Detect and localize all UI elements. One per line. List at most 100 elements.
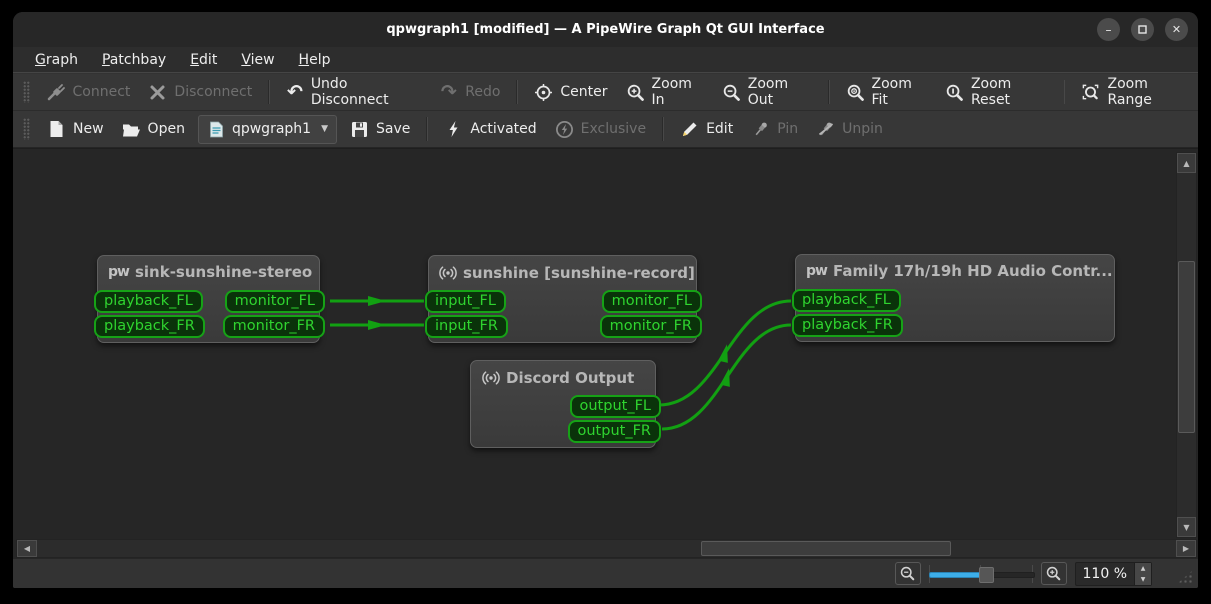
port-playback_FL[interactable]: playback_FL — [792, 289, 901, 312]
pin-label: Pin — [777, 121, 799, 137]
zoom-out-button[interactable]: Zoom Out — [713, 71, 821, 113]
undo-disconnect-button[interactable]: ↶ Undo Disconnect — [277, 71, 430, 113]
node-discord-output[interactable]: Discord Output output_FL output_FR — [470, 360, 661, 448]
menu-graph[interactable]: Graph — [25, 49, 88, 71]
zoom-out-icon — [900, 566, 915, 581]
zoom-in-small-button[interactable] — [1040, 562, 1067, 585]
toolbar-drag-handle[interactable] — [23, 118, 30, 140]
scroll-down-button[interactable]: ▼ — [1177, 517, 1196, 537]
zoom-slider[interactable] — [928, 564, 1035, 584]
pipewire-icon: pw — [806, 263, 828, 279]
horizontal-scrollbar[interactable]: ◀ ▶ — [16, 539, 1197, 558]
zoom-reset-button[interactable]: Zoom Reset — [936, 71, 1057, 113]
toolbar-separator — [1063, 80, 1066, 104]
port-input_FL[interactable]: input_FL — [425, 290, 506, 313]
node-title: Discord Output — [506, 368, 635, 387]
toolbar-drag-handle[interactable] — [23, 81, 30, 103]
zoom-range-button[interactable]: Zoom Range — [1072, 71, 1198, 113]
unpin-button[interactable]: Unpin — [807, 115, 892, 144]
port-playback_FR[interactable]: playback_FR — [94, 315, 205, 338]
redo-button[interactable]: ↷ Redo — [430, 78, 509, 107]
toolbar-separator — [426, 117, 429, 141]
port-monitor_FL[interactable]: monitor_FL — [224, 290, 325, 313]
node-title: Family 17h/19h HD Audio Contr... — [832, 262, 1113, 280]
zoom-out-small-button[interactable] — [894, 562, 921, 585]
open-folder-icon — [122, 120, 141, 139]
exclusive-bolt-icon — [555, 120, 574, 139]
zoom-fit-button[interactable]: Zoom Fit — [837, 71, 936, 113]
connection-wires — [330, 296, 792, 431]
undo-icon: ↶ — [287, 81, 303, 103]
connect-icon — [47, 83, 66, 102]
spin-up-button[interactable]: ▲ — [1135, 563, 1151, 574]
toolbar-separator — [516, 80, 519, 104]
port-monitor_FR[interactable]: monitor_FR — [222, 315, 325, 338]
maximize-icon — [1138, 25, 1147, 34]
undo-disconnect-label: Undo Disconnect — [310, 76, 389, 108]
toolbar-separator — [268, 80, 271, 104]
zoom-percent-spinbox[interactable]: 110 % ▲ ▼ — [1074, 561, 1152, 586]
save-icon — [350, 120, 369, 139]
spin-down-button[interactable]: ▼ — [1135, 574, 1151, 585]
minimize-button[interactable]: – — [1097, 18, 1120, 41]
menu-view[interactable]: View — [231, 49, 284, 71]
edit-button[interactable]: Edit — [671, 115, 742, 144]
node-title: sink-sunshine-stereo — [134, 263, 313, 281]
title-bar[interactable]: qpwgraph1 [modified] — A PipeWire Graph … — [13, 12, 1198, 47]
scroll-left-button[interactable]: ◀ — [17, 540, 37, 557]
graph-canvas[interactable]: pw sink-sunshine-stereo playback_FL play… — [13, 148, 1198, 560]
open-button[interactable]: Open — [113, 115, 194, 144]
stream-icon — [439, 263, 457, 282]
exclusive-label: Exclusive — [580, 121, 647, 137]
exclusive-button[interactable]: Exclusive — [546, 115, 655, 144]
open-label: Open — [147, 121, 185, 137]
pipewire-icon: pw — [108, 264, 130, 280]
status-bar: 110 % ▲ ▼ — [13, 559, 1198, 588]
patchbay-file-icon — [207, 120, 226, 139]
redo-label: Redo — [465, 84, 501, 100]
port-output_FL[interactable]: output_FL — [569, 395, 661, 418]
horizontal-scroll-thumb[interactable] — [701, 541, 951, 556]
save-button[interactable]: Save — [341, 115, 419, 144]
redo-icon: ↷ — [440, 81, 457, 103]
zoom-reset-label: Zoom Reset — [970, 76, 1012, 108]
port-monitor_FL[interactable]: monitor_FL — [601, 290, 702, 313]
zoom-slider-handle[interactable] — [978, 566, 994, 583]
unpin-icon — [816, 120, 835, 139]
node-sink-sunshine-stereo[interactable]: pw sink-sunshine-stereo playback_FL play… — [94, 255, 325, 343]
node-sunshine-record[interactable]: sunshine [sunshine-record] input_FL inpu… — [425, 255, 702, 343]
stream-icon — [481, 368, 500, 387]
port-playback_FL[interactable]: playback_FL — [94, 290, 203, 313]
new-button[interactable]: New — [38, 115, 113, 144]
pin-button[interactable]: Pin — [742, 115, 807, 144]
patchbay-toolbar: New Open qpwgraph1 ▼ Save Activated Excl… — [13, 111, 1198, 148]
close-button[interactable]: ✕ — [1165, 18, 1188, 41]
menu-edit[interactable]: Edit — [180, 49, 227, 71]
window-title: qpwgraph1 [modified] — A PipeWire Graph … — [386, 22, 825, 37]
menu-help[interactable]: Help — [289, 49, 341, 71]
activated-button[interactable]: Activated — [435, 115, 545, 144]
zoom-in-icon — [626, 83, 645, 102]
zoom-range-icon — [1081, 83, 1100, 102]
center-button[interactable]: Center — [525, 78, 616, 107]
patchbay-session-combo[interactable]: qpwgraph1 ▼ — [197, 114, 337, 144]
port-input_FR[interactable]: input_FR — [425, 315, 508, 338]
zoom-percent-value: 110 % — [1082, 565, 1127, 582]
scroll-up-button[interactable]: ▲ — [1177, 153, 1196, 173]
menu-patchbay[interactable]: Patchbay — [92, 49, 176, 71]
disconnect-button[interactable]: Disconnect — [139, 78, 261, 107]
vertical-scroll-thumb[interactable] — [1178, 261, 1195, 433]
zoom-in-button[interactable]: Zoom In — [617, 71, 713, 113]
vertical-scrollbar[interactable]: ▲ ▼ — [1176, 152, 1197, 538]
maximize-button[interactable] — [1131, 18, 1154, 41]
zoom-fit-label: Zoom Fit — [871, 76, 912, 108]
port-playback_FR[interactable]: playback_FR — [792, 314, 903, 337]
port-monitor_FR[interactable]: monitor_FR — [599, 315, 702, 338]
connect-button[interactable]: Connect — [38, 78, 140, 107]
window-resize-grip[interactable] — [1177, 570, 1193, 584]
port-output_FR[interactable]: output_FR — [567, 420, 661, 443]
new-file-icon — [47, 120, 66, 139]
node-family-hd-audio[interactable]: pw Family 17h/19h HD Audio Contr... play… — [792, 254, 1115, 342]
scroll-right-button[interactable]: ▶ — [1176, 540, 1196, 557]
node-title: sunshine [sunshine-record] — [463, 263, 695, 282]
